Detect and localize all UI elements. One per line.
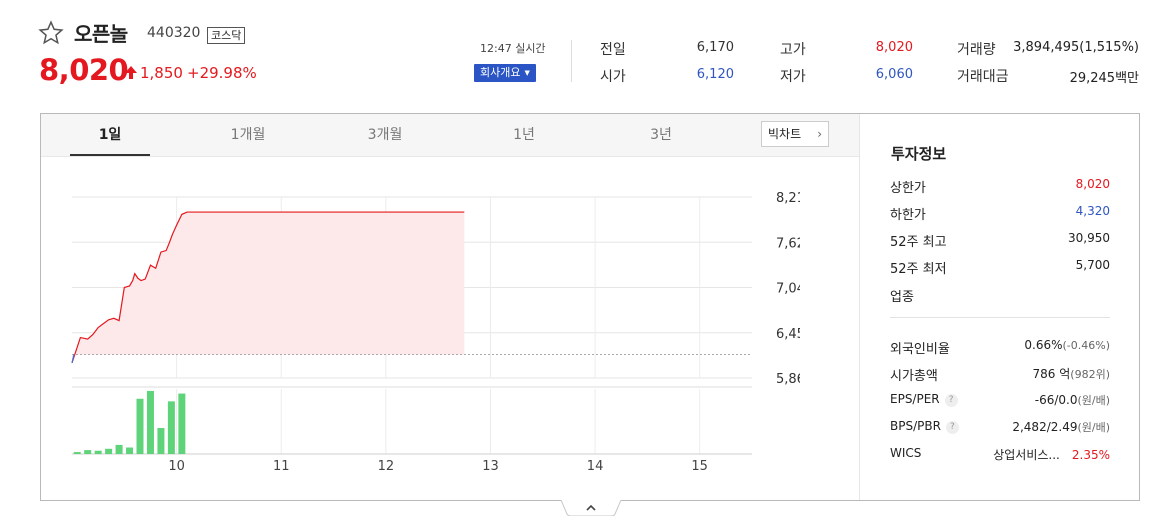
volume-bar bbox=[73, 452, 81, 454]
up-arrow-icon bbox=[125, 66, 137, 79]
price-change: 1,850 bbox=[140, 64, 183, 82]
quote-value-volume: 3,894,495(1,515%) bbox=[1013, 40, 1139, 55]
chevron-right-icon: › bbox=[817, 127, 822, 141]
info-label-lower-limit: 하한가 bbox=[890, 208, 926, 223]
current-price: 8,020 bbox=[39, 53, 129, 87]
y-tick-label: 6,452 bbox=[776, 327, 800, 342]
help-icon[interactable]: ? bbox=[945, 421, 959, 434]
volume-bar bbox=[84, 450, 92, 454]
info-value-lower-limit: 4,320 bbox=[1075, 204, 1110, 218]
info-label-eps-per: EPS/PER? bbox=[890, 392, 958, 407]
help-icon[interactable]: ? bbox=[944, 394, 958, 407]
volume-bar bbox=[94, 450, 102, 454]
info-value-wics[interactable]: 상업서비스... 2.35% bbox=[993, 446, 1110, 463]
info-label-sector: 업종 bbox=[890, 290, 914, 305]
quote-label-volume: 거래량 bbox=[957, 42, 996, 58]
x-tick-label: 12 bbox=[378, 459, 395, 474]
y-tick-label: 5,864 bbox=[776, 372, 800, 387]
caret-down-icon: ▼ bbox=[524, 69, 530, 77]
big-chart-button[interactable]: 빅차트 › bbox=[761, 121, 829, 147]
header-divider bbox=[571, 40, 572, 82]
investment-info-title: 투자정보 bbox=[891, 145, 947, 163]
period-tab-bar bbox=[41, 114, 859, 157]
quote-value-trading-value: 29,245백만 bbox=[1069, 71, 1139, 86]
info-value-bps-pbr: 2,482/2.49(원/배) bbox=[1012, 420, 1110, 434]
stock-name: 오픈놀 bbox=[74, 22, 128, 46]
panel-divider bbox=[859, 114, 860, 500]
volume-bar bbox=[105, 448, 113, 454]
quote-value-prev-close: 6,170 bbox=[696, 40, 734, 55]
info-label-upper-limit: 상한가 bbox=[890, 181, 926, 196]
active-tab-indicator bbox=[70, 154, 150, 156]
quote-value-open: 6,120 bbox=[696, 67, 734, 82]
info-value-market-cap: 786 억(982위) bbox=[1032, 367, 1110, 381]
volume-bar bbox=[167, 401, 175, 454]
x-tick-label: 11 bbox=[273, 459, 290, 474]
tab-3month[interactable]: 3개월 bbox=[345, 124, 425, 144]
price-area-fill bbox=[72, 212, 465, 363]
x-tick-label: 14 bbox=[587, 459, 604, 474]
tab-1year[interactable]: 1년 bbox=[484, 124, 564, 144]
volume-bar bbox=[115, 444, 123, 454]
quote-label-low: 저가 bbox=[780, 69, 806, 85]
tab-1month[interactable]: 1개월 bbox=[208, 124, 288, 144]
tab-3year[interactable]: 3년 bbox=[621, 124, 701, 144]
info-label-foreign-ratio: 외국인비율 bbox=[890, 342, 950, 357]
x-tick-label: 10 bbox=[168, 459, 185, 474]
company-overview-button[interactable]: 회사개요 ▼ bbox=[474, 64, 536, 82]
change-rate: +29.98% bbox=[187, 64, 257, 82]
favorite-star-icon[interactable] bbox=[38, 20, 64, 46]
quote-value-low: 6,060 bbox=[875, 67, 913, 82]
info-label-bps-pbr: BPS/PBR? bbox=[890, 419, 959, 434]
x-tick-label: 13 bbox=[482, 459, 499, 474]
quote-label-high: 고가 bbox=[780, 42, 806, 58]
stock-code: 440320 bbox=[147, 25, 201, 41]
info-label-52w-low: 52주 최저 bbox=[890, 262, 947, 277]
volume-bar bbox=[136, 398, 144, 454]
info-label-market-cap: 시가총액 bbox=[890, 369, 938, 384]
quote-label-prev-close: 전일 bbox=[600, 42, 626, 58]
y-tick-label: 7,040 bbox=[776, 282, 800, 297]
collapse-toggle-button[interactable] bbox=[561, 500, 621, 516]
wics-change-rate: 2.35% bbox=[1071, 448, 1110, 462]
x-tick-label: 15 bbox=[691, 459, 708, 474]
volume-bar bbox=[126, 447, 134, 454]
quote-label-open: 시가 bbox=[600, 69, 626, 85]
volume-bar bbox=[178, 393, 186, 454]
y-tick-label: 7,628 bbox=[776, 236, 800, 251]
y-tick-label: 8,216 bbox=[776, 191, 800, 206]
info-value-upper-limit: 8,020 bbox=[1075, 177, 1110, 191]
quote-label-trading-value: 거래대금 bbox=[957, 69, 1009, 85]
info-value-eps-per: -66/0.0(원/배) bbox=[1034, 393, 1110, 407]
info-label-52w-high: 52주 최고 bbox=[890, 235, 947, 250]
info-label-wics: WICS bbox=[890, 446, 922, 460]
realtime-timestamp: 12:47 실시간 bbox=[480, 42, 546, 55]
market-badge: 코스닥 bbox=[207, 27, 246, 44]
tab-1day[interactable]: 1일 bbox=[70, 124, 150, 144]
intraday-price-chart: 8,216 7,628 7,040 6,452 5,864 10 11 12 13 14 15 bbox=[71, 191, 800, 474]
volume-bar bbox=[146, 390, 154, 454]
info-value-52w-high: 30,950 bbox=[1068, 231, 1110, 245]
info-value-52w-low: 5,700 bbox=[1075, 258, 1110, 272]
info-divider bbox=[890, 317, 1110, 318]
quote-value-high: 8,020 bbox=[875, 40, 913, 55]
info-value-foreign-ratio: 0.66%(-0.46%) bbox=[1024, 338, 1110, 352]
volume-bar bbox=[157, 428, 165, 454]
